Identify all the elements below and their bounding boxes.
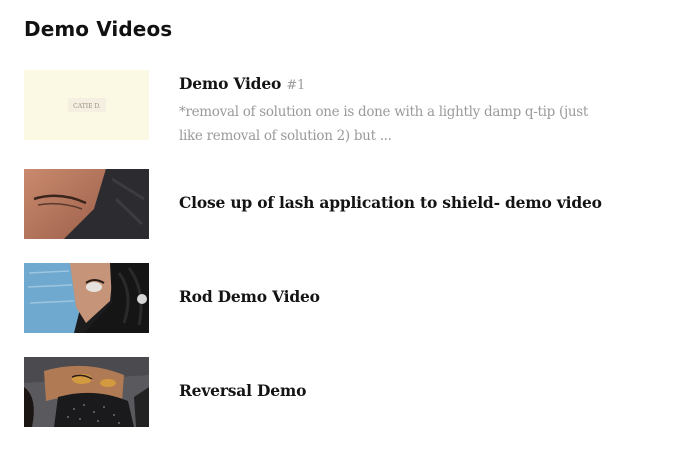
video-thumbnail-1[interactable]: CATIE D. <box>24 70 149 140</box>
video-thumbnail-3[interactable] <box>24 263 149 333</box>
video-title-4[interactable]: Reversal Demo <box>179 381 306 400</box>
video-item-reversal-demo[interactable]: Reversal Demo <box>24 357 624 428</box>
video-item-demo-video-1[interactable]: CATIE D. Demo Video #1 *removal of solut… <box>24 70 624 144</box>
video-title-1[interactable]: Demo Video #1 <box>179 74 305 93</box>
video-title-text[interactable]: Demo Video <box>179 74 281 93</box>
video-number: #1 <box>286 78 306 93</box>
video-thumbnail-4[interactable] <box>24 357 149 427</box>
closed-eye-closeup-thumbnail-icon <box>24 169 149 239</box>
section-heading: Demo Videos <box>24 17 173 41</box>
video-description-1: *removal of solution one is done with a … <box>179 104 588 144</box>
video-item-lash-application[interactable]: Close up of lash application to shield- … <box>24 169 624 240</box>
reclining-client-thumbnail-icon <box>24 357 149 427</box>
masked-client-thumbnail-icon <box>24 263 149 333</box>
video-thumbnail-2[interactable] <box>24 169 149 239</box>
logo-thumbnail-icon: CATIE D. <box>24 70 149 140</box>
thumbnail-logo-text: CATIE D. <box>73 103 101 110</box>
video-title-3[interactable]: Rod Demo Video <box>179 287 320 306</box>
video-item-rod-demo[interactable]: Rod Demo Video <box>24 263 624 334</box>
video-title-2[interactable]: Close up of lash application to shield- … <box>179 193 602 212</box>
